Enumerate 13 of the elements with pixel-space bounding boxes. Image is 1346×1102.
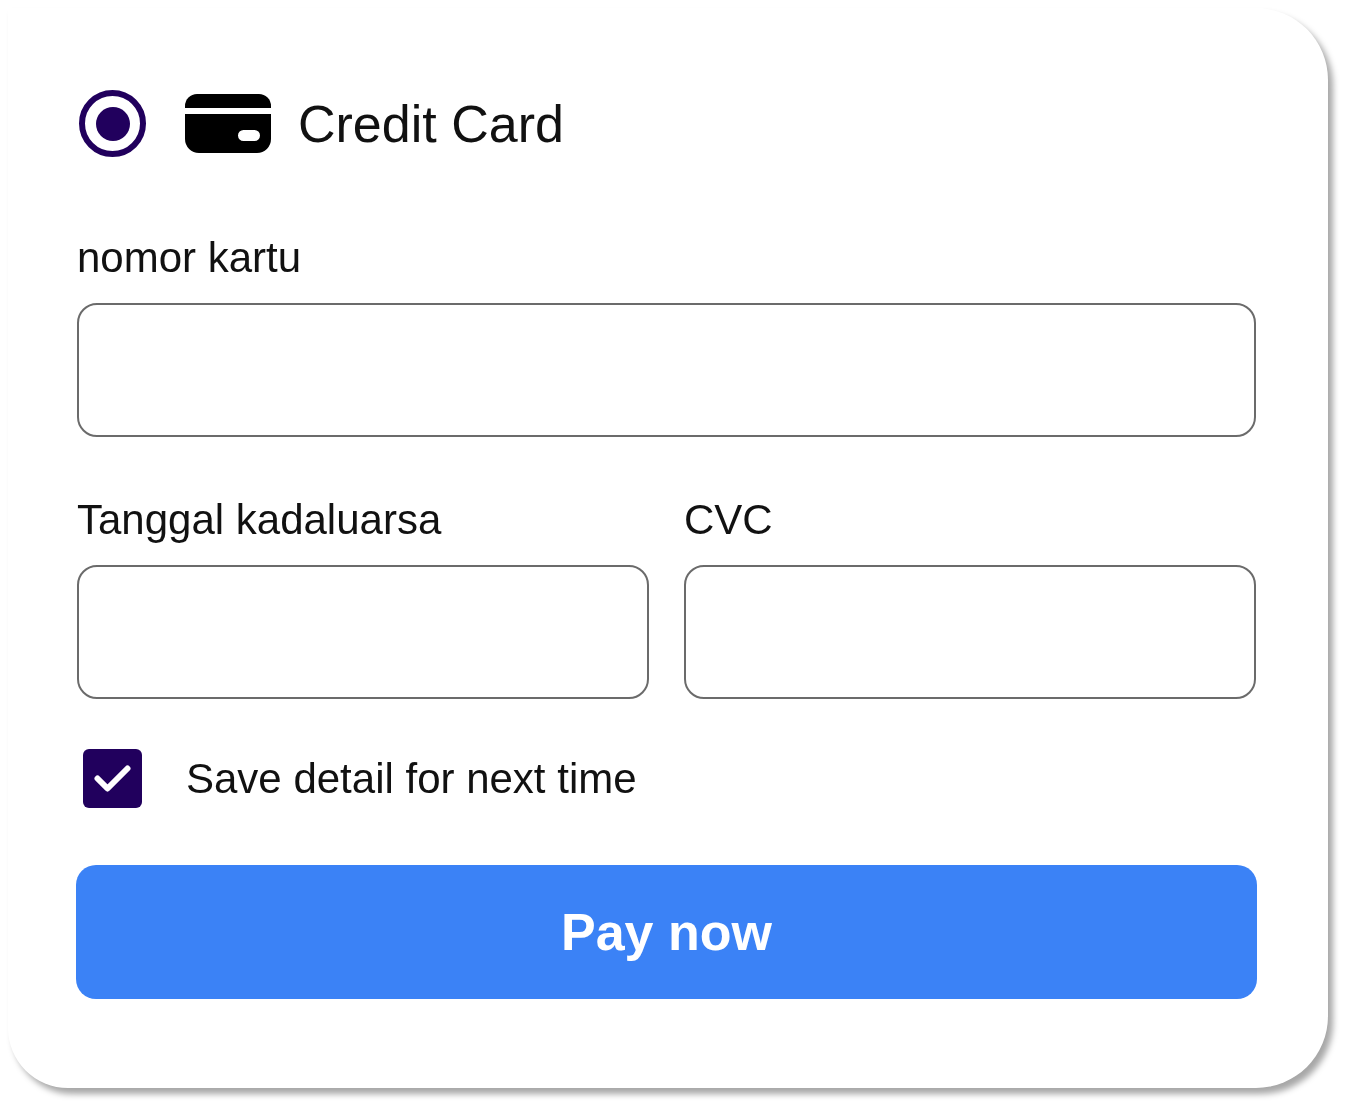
checkbox[interactable] (83, 749, 142, 808)
save-detail-label: Save detail for next time (186, 753, 637, 804)
input-field[interactable] (77, 565, 649, 699)
input-field[interactable] (684, 565, 1256, 699)
field-label: nomor kartu (77, 233, 302, 283)
field-label: Tanggal kadaluarsa (77, 495, 442, 545)
check-icon (94, 765, 131, 792)
field-label: CVC (684, 495, 773, 545)
payment-method-label: Credit Card (298, 93, 564, 154)
input-field[interactable] (77, 303, 1256, 437)
credit-card-icon (185, 94, 271, 153)
radio-button[interactable] (79, 90, 146, 157)
pay-now-button[interactable]: Pay now (76, 865, 1257, 999)
